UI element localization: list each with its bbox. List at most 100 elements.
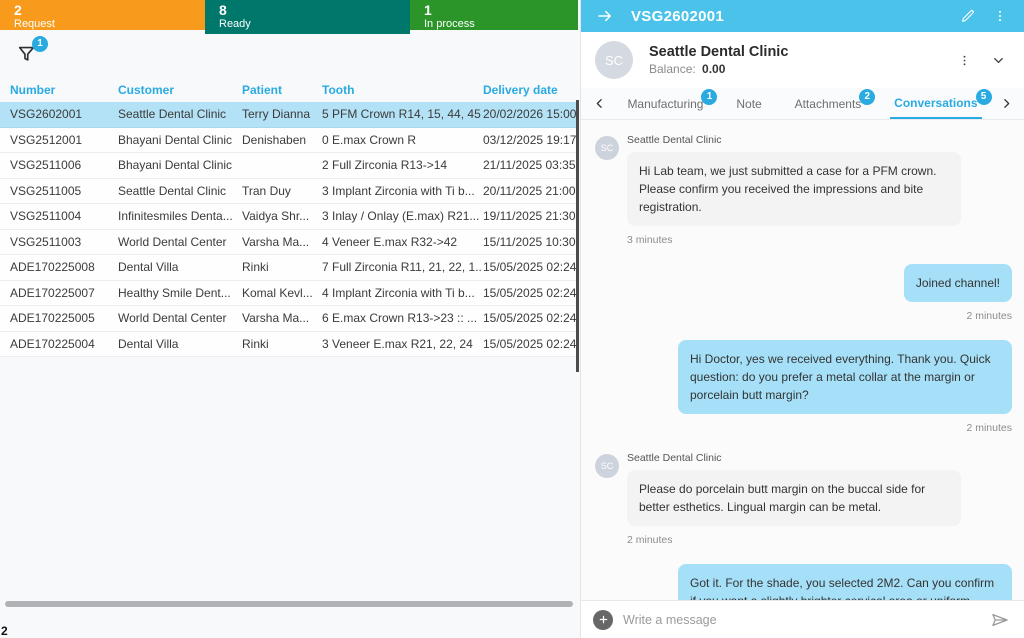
horizontal-scrollbar[interactable]: [0, 600, 578, 608]
status-label: In process: [424, 18, 578, 30]
table-row[interactable]: ADE170225005 World Dental Center Varsha …: [0, 306, 578, 332]
detail-tab[interactable]: Manufacturing 1: [623, 88, 707, 119]
cell-tooth: 6 E.max Crown R13->23 :: ...: [322, 306, 483, 331]
collapse-arrow-button[interactable]: [593, 4, 617, 28]
message-bubble: Got it. For the shade, you selected 2M2.…: [678, 564, 1012, 600]
cell-patient: Rinki: [242, 332, 322, 357]
status-tab-in-process[interactable]: 1 In process: [410, 0, 578, 30]
cell-customer: World Dental Center: [118, 230, 242, 255]
message-sender: Seattle Dental Clinic: [627, 452, 1012, 464]
cell-number: VSG2511006: [10, 153, 118, 178]
table-row[interactable]: ADE170225007 Healthy Smile Dent... Komal…: [0, 281, 578, 307]
status-count: 2: [14, 3, 205, 18]
filter-button[interactable]: 1: [16, 42, 42, 68]
cell-number: VSG2511003: [10, 230, 118, 255]
cell-number: ADE170225007: [10, 281, 118, 306]
orders-table: Number Customer Patient Tooth Delivery d…: [0, 78, 578, 357]
cell-patient: Komal Kevl...: [242, 281, 322, 306]
col-header-customer[interactable]: Customer: [118, 83, 242, 97]
detail-tab[interactable]: Attachments 2: [791, 88, 866, 119]
edit-pencil-icon[interactable]: [956, 4, 980, 28]
cell-patient: Vaidya Shr...: [242, 204, 322, 229]
cell-delivery-date: 15/11/2025 10:30: [483, 230, 578, 255]
status-tab-request[interactable]: 2 Request: [0, 0, 205, 30]
message-input[interactable]: [623, 613, 978, 627]
app-window: 2 Request 8 Ready 1 In process 1 Numb: [0, 0, 1024, 638]
table-row[interactable]: VSG2511005 Seattle Dental Clinic Tran Du…: [0, 179, 578, 205]
send-message-icon[interactable]: [988, 608, 1012, 632]
order-title: VSG2602001: [631, 8, 956, 25]
col-header-patient[interactable]: Patient: [242, 83, 322, 97]
clipped-count-text: 2: [1, 624, 11, 638]
header-kebab-menu-icon[interactable]: [988, 4, 1012, 28]
cell-tooth: 4 Veneer E.max R32->42: [322, 230, 483, 255]
col-header-delivery-date[interactable]: Delivery date: [483, 83, 578, 97]
cell-customer: Dental Villa: [118, 255, 242, 280]
table-row[interactable]: ADE170225008 Dental Villa Rinki 7 Full Z…: [0, 255, 578, 281]
cell-number: ADE170225008: [10, 255, 118, 280]
cell-patient: Varsha Ma...: [242, 306, 322, 331]
status-tabs: 2 Request 8 Ready 1 In process: [0, 0, 580, 34]
filter-badge: 1: [32, 36, 48, 52]
col-header-tooth[interactable]: Tooth: [322, 83, 483, 97]
cell-customer: World Dental Center: [118, 306, 242, 331]
chat-message: SC Seattle Dental Clinic Hi Lab team, we…: [595, 134, 1012, 246]
table-row[interactable]: VSG2511004 Infinitesmiles Denta... Vaidy…: [0, 204, 578, 230]
detail-tab-label: Attachments: [795, 97, 862, 111]
message-bubble: Please do porcelain butt margin on the b…: [627, 470, 961, 526]
cell-customer: Bhayani Dental Clinic: [118, 128, 242, 153]
cell-customer: Seattle Dental Clinic: [118, 179, 242, 204]
add-attachment-button[interactable]: [593, 610, 613, 630]
orders-panel: 2 Request 8 Ready 1 In process 1 Numb: [0, 0, 580, 638]
detail-tab[interactable]: Note: [732, 88, 765, 119]
tabs-scroll-right-icon[interactable]: [994, 92, 1018, 116]
filter-bar: 1: [0, 34, 580, 78]
cell-delivery-date: 19/11/2025 21:30: [483, 204, 578, 229]
client-avatar: SC: [595, 41, 633, 79]
cell-customer: Seattle Dental Clinic: [118, 102, 242, 127]
detail-tab-badge: 1: [701, 89, 717, 105]
detail-tab-badge: 5: [976, 89, 992, 105]
status-label: Ready: [219, 18, 410, 30]
cell-tooth: 2 Full Zirconia R13->14: [322, 153, 483, 178]
cell-patient: Varsha Ma...: [242, 230, 322, 255]
cell-tooth: 5 PFM Crown R14, 15, 44, 45: [322, 102, 483, 127]
cell-number: VSG2602001: [10, 102, 118, 127]
cell-delivery-date: 20/11/2025 21:00: [483, 179, 578, 204]
cell-tooth: 3 Veneer E.max R21, 22, 24: [322, 332, 483, 357]
table-row[interactable]: VSG2512001 Bhayani Dental Clinic Denisha…: [0, 128, 578, 154]
client-kebab-menu-icon[interactable]: [952, 48, 976, 72]
cell-delivery-date: 20/02/2026 15:00: [483, 102, 578, 127]
table-row[interactable]: VSG2511006 Bhayani Dental Clinic 2 Full …: [0, 153, 578, 179]
message-sender: Seattle Dental Clinic: [627, 134, 1012, 146]
cell-patient: Rinki: [242, 255, 322, 280]
table-row[interactable]: VSG2511003 World Dental Center Varsha Ma…: [0, 230, 578, 256]
status-count: 8: [219, 3, 410, 18]
cell-customer: Infinitesmiles Denta...: [118, 204, 242, 229]
cell-delivery-date: 03/12/2025 19:17: [483, 128, 578, 153]
cell-customer: Healthy Smile Dent...: [118, 281, 242, 306]
tabs-scroll-left-icon[interactable]: [587, 92, 611, 116]
message-timestamp: 2 minutes: [966, 310, 1012, 322]
detail-tab[interactable]: Conversations 5: [890, 88, 981, 119]
cell-tooth: 3 Inlay / Onlay (E.max) R21...: [322, 204, 483, 229]
cell-delivery-date: 15/05/2025 02:24: [483, 332, 578, 357]
table-row[interactable]: ADE170225004 Dental Villa Rinki 3 Veneer…: [0, 332, 578, 358]
collapse-chevron-down-icon[interactable]: [986, 48, 1010, 72]
chat-message: Hi Doctor, yes we received everything. T…: [595, 340, 1012, 434]
message-bubble: Hi Lab team, we just submitted a case fo…: [627, 152, 961, 226]
client-info: Seattle Dental Clinic Balance: 0.00: [649, 43, 952, 77]
message-avatar: SC: [595, 454, 619, 478]
vertical-scroll-indicator[interactable]: [576, 100, 579, 372]
table-row[interactable]: VSG2602001 Seattle Dental Clinic Terry D…: [0, 102, 578, 128]
messages-list[interactable]: SC Seattle Dental Clinic Hi Lab team, we…: [581, 120, 1024, 600]
client-balance: Balance: 0.00: [649, 61, 952, 77]
status-tab-ready[interactable]: 8 Ready: [205, 0, 410, 34]
cell-patient: Tran Duy: [242, 179, 322, 204]
detail-tab-label: Manufacturing: [627, 97, 703, 111]
balance-label: Balance:: [649, 62, 696, 76]
col-header-number[interactable]: Number: [10, 83, 118, 97]
orders-table-header: Number Customer Patient Tooth Delivery d…: [0, 78, 578, 102]
detail-tab-label: Conversations: [894, 96, 977, 110]
horizontal-scrollbar-thumb[interactable]: [5, 601, 573, 607]
